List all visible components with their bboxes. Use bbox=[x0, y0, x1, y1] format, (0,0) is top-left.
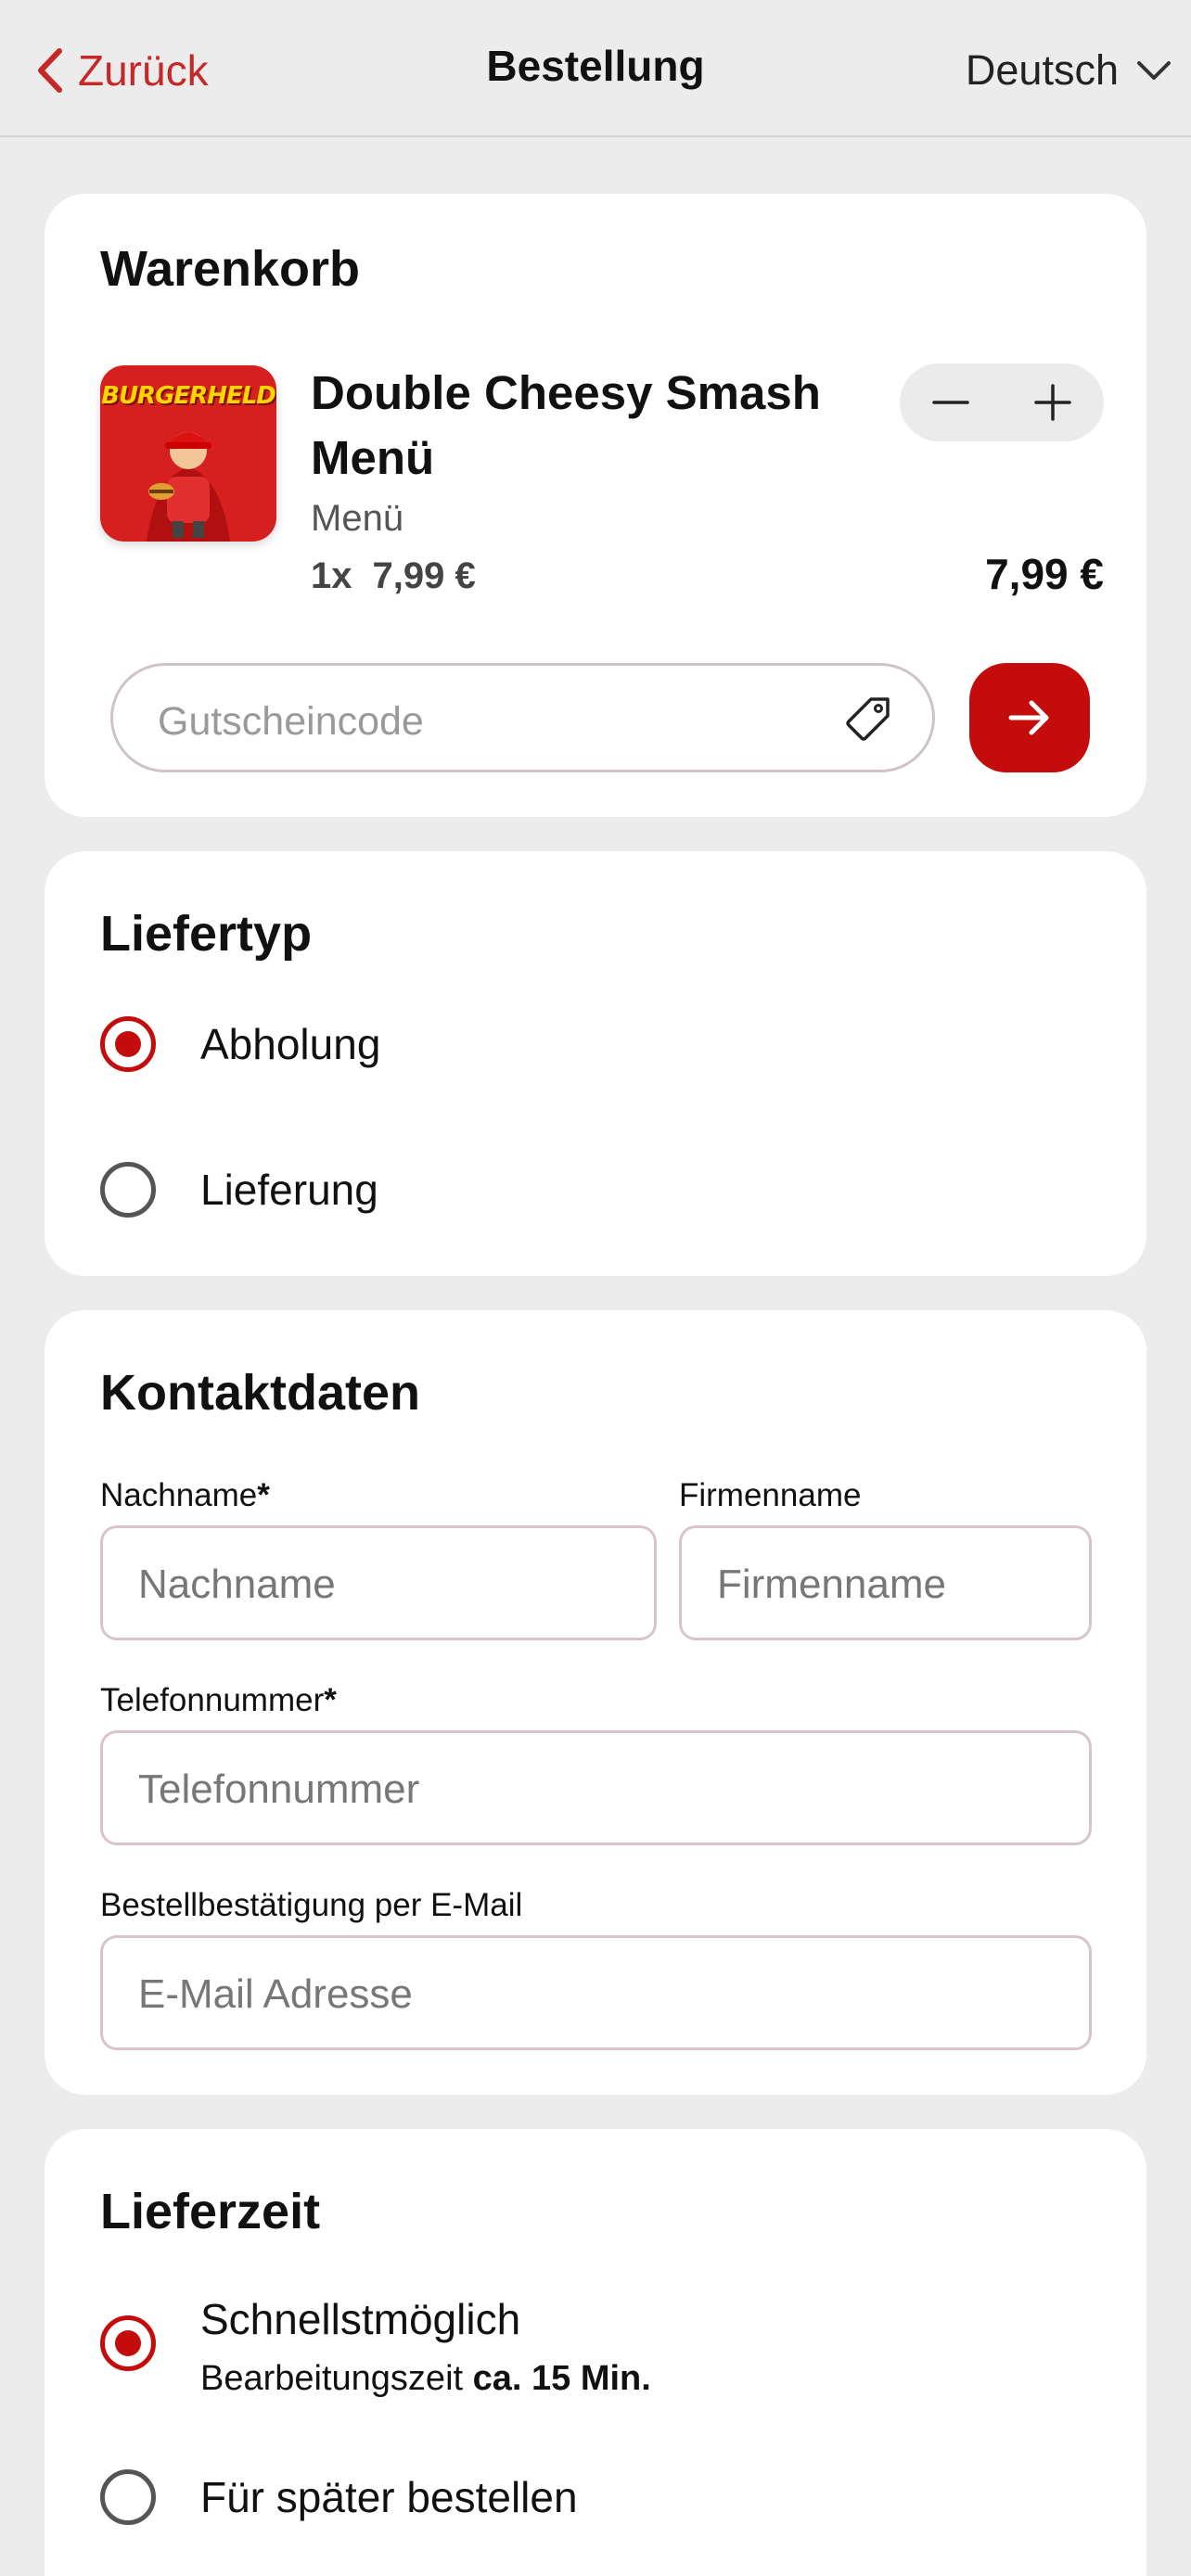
tag-icon bbox=[846, 697, 890, 741]
delivery-option-delivery[interactable]: Lieferung bbox=[100, 1162, 378, 1218]
delivery-option-label: Lieferung bbox=[200, 1166, 378, 1214]
email-placeholder: E-Mail Adresse bbox=[138, 1971, 413, 2017]
quantity-stepper bbox=[900, 363, 1104, 441]
product-image-logo: BURGERHELD bbox=[101, 382, 276, 410]
lastname-label: Nachname* bbox=[100, 1477, 270, 1513]
lastname-field[interactable]: Nachname bbox=[100, 1525, 657, 1640]
delivery-option-pickup[interactable]: Abholung bbox=[100, 1016, 380, 1072]
chevron-down-icon bbox=[1137, 61, 1171, 80]
delivery-time-card: Lieferzeit Schnellstmöglich Bearbeitungs… bbox=[45, 2129, 1146, 2576]
coupon-placeholder: Gutscheincode bbox=[158, 699, 424, 744]
increase-button[interactable] bbox=[1002, 363, 1104, 441]
plus-icon bbox=[1034, 384, 1071, 421]
delivery-time-heading: Lieferzeit bbox=[100, 2184, 321, 2239]
arrow-right-icon bbox=[1008, 700, 1049, 735]
delivery-time-option-label: Schnellstmöglich bbox=[200, 2295, 521, 2343]
delivery-type-heading: Liefertyp bbox=[100, 906, 313, 962]
delivery-time-option-later[interactable]: Für später bestellen bbox=[100, 2469, 578, 2525]
lastname-placeholder: Nachname bbox=[138, 1562, 336, 1607]
top-bar: Zurück Bestellung Deutsch bbox=[0, 0, 1191, 137]
radio-selected-icon[interactable] bbox=[100, 2315, 156, 2371]
company-label: Firmenname bbox=[679, 1477, 862, 1513]
phone-field[interactable]: Telefonnummer bbox=[100, 1730, 1092, 1845]
delivery-option-label: Abholung bbox=[200, 1020, 381, 1068]
cart-card: Warenkorb BURGERHELD Double Cheesy Smash… bbox=[45, 194, 1146, 817]
delivery-type-card: Liefertyp Abholung Lieferung bbox=[45, 851, 1146, 1276]
item-unit-price: 7,99 € bbox=[372, 555, 476, 596]
language-selector[interactable]: Deutsch bbox=[966, 43, 1172, 98]
item-total-price: 7,99 € bbox=[985, 550, 1104, 598]
email-field[interactable]: E-Mail Adresse bbox=[100, 1935, 1092, 2050]
radio-unselected-icon[interactable] bbox=[100, 2469, 156, 2525]
item-category: Menü bbox=[311, 498, 404, 539]
delivery-time-option-label: Für später bestellen bbox=[200, 2473, 578, 2521]
company-placeholder: Firmenname bbox=[717, 1562, 946, 1607]
phone-placeholder: Telefonnummer bbox=[138, 1766, 420, 1812]
processing-time: Bearbeitungszeit ca. 15 Min. bbox=[200, 2359, 651, 2398]
company-field[interactable]: Firmenname bbox=[679, 1525, 1092, 1640]
email-label: Bestellbestätigung per E-Mail bbox=[100, 1887, 523, 1923]
phone-label: Telefonnummer* bbox=[100, 1682, 337, 1718]
mascot-illustration bbox=[147, 432, 230, 542]
item-quantity: 1x bbox=[311, 555, 352, 596]
cart-heading: Warenkorb bbox=[100, 241, 361, 297]
coupon-input[interactable]: Gutscheincode bbox=[110, 663, 935, 772]
contact-heading: Kontaktdaten bbox=[100, 1365, 421, 1421]
radio-selected-icon[interactable] bbox=[100, 1016, 156, 1072]
language-label: Deutsch bbox=[965, 46, 1119, 94]
product-image: BURGERHELD bbox=[100, 365, 276, 542]
decrease-button[interactable] bbox=[900, 363, 1002, 441]
contact-card: Kontaktdaten Nachname* Nachname Firmenna… bbox=[45, 1310, 1146, 2095]
delivery-time-option-text: Schnellstmöglich Bearbeitungszeit ca. 15… bbox=[200, 2291, 651, 2406]
apply-coupon-button[interactable] bbox=[969, 663, 1090, 772]
minus-icon bbox=[932, 401, 969, 404]
delivery-time-option-asap[interactable]: Schnellstmöglich Bearbeitungszeit ca. 15… bbox=[100, 2291, 651, 2406]
item-quantity-line: 1x 7,99 € bbox=[311, 555, 496, 597]
item-name: Double Cheesy Smash Menü bbox=[311, 366, 821, 484]
radio-unselected-icon[interactable] bbox=[100, 1162, 156, 1218]
